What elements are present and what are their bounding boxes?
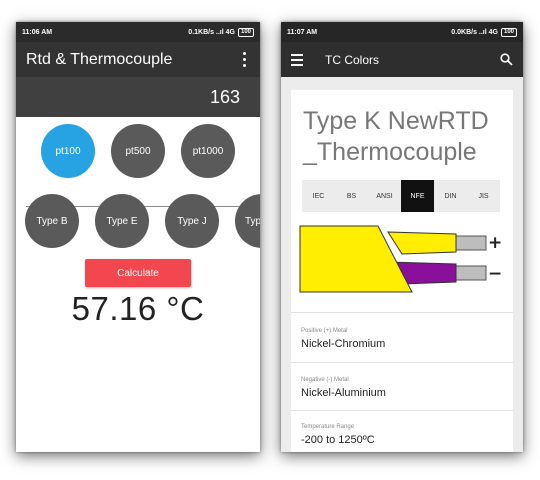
app-toolbar: TC Colors [281, 42, 523, 77]
tab-nfe[interactable]: NFE [401, 180, 434, 212]
result-value: 57.16 °C [71, 290, 205, 327]
thermocouple-card: Type K NewRTD _Thermocouple IEC BS ANSI … [291, 90, 513, 452]
input-display[interactable]: 163 [16, 77, 260, 117]
tab-label: BS [346, 192, 357, 200]
negative-sign: − [488, 264, 502, 284]
tc-colors-screen: 11:07 AM 0.0KB/s ..ıl 4G 100 TC Colors T… [281, 22, 523, 452]
menu-icon[interactable] [291, 53, 303, 66]
search-icon[interactable] [500, 53, 513, 66]
tc-button-label: Type B [36, 215, 68, 227]
tc-button-label: Type J [177, 215, 207, 227]
overflow-menu-icon[interactable] [239, 48, 250, 71]
toolbar-title: TC Colors [325, 52, 380, 67]
rtd-button-pt100[interactable]: pt100 [41, 124, 95, 178]
tab-din[interactable]: DIN [434, 180, 467, 212]
rtd-button-label: pt500 [125, 145, 151, 157]
calculate-button[interactable]: Calculate [85, 259, 191, 287]
display-value: 163 [209, 86, 240, 107]
rtd-button-label: pt100 [55, 145, 81, 157]
property-negative-metal: Negative (-) Metal Nickel-Aluminium [301, 377, 503, 399]
tc-button-label: Typ [245, 215, 260, 227]
rtd-button-pt1000[interactable]: pt1000 [181, 124, 235, 178]
rtd-button-pt500[interactable]: pt500 [111, 124, 165, 178]
tab-bs[interactable]: BS [335, 180, 368, 212]
tab-iec[interactable]: IEC [302, 180, 335, 212]
network-indicator: 0.1KB/s ..ıl 4G [188, 28, 235, 36]
status-bar: 11:07 AM 0.0KB/s ..ıl 4G 100 [281, 22, 523, 42]
property-label: Positive (+) Metal [301, 328, 348, 334]
divider [291, 362, 513, 363]
tab-label: ANSI [376, 192, 393, 200]
tc-button-type-b[interactable]: Type B [25, 194, 79, 248]
tc-button-type-e[interactable]: Type E [95, 194, 149, 248]
thermocouple-wire-diagram: + − [299, 225, 502, 293]
positive-sign: + [488, 233, 502, 253]
positive-wire [387, 231, 457, 255]
negative-conductor-tip [455, 265, 487, 281]
standard-tabs: IEC BS ANSI NFE DIN JIS [302, 180, 500, 212]
tc-button-partial[interactable]: Typ [235, 194, 260, 248]
battery-icon: 100 [237, 27, 254, 37]
property-value: Nickel-Aluminium [301, 387, 386, 399]
status-time: 11:06 AM [22, 28, 53, 36]
tab-label: DIN [444, 192, 457, 200]
property-value: Nickel-Chromium [301, 338, 386, 350]
status-bar: 11:06 AM 0.1KB/s ..ıl 4G 100 [16, 22, 260, 42]
tab-jis[interactable]: JIS [467, 180, 500, 212]
property-positive-metal: Positive (+) Metal Nickel-Chromium [301, 328, 503, 350]
divider [291, 410, 513, 411]
tab-label: NFE [410, 192, 425, 200]
battery-icon: 100 [500, 27, 517, 37]
tab-label: IEC [312, 192, 325, 200]
rtd-thermocouple-screen: 11:06 AM 0.1KB/s ..ıl 4G 100 Rtd & Therm… [16, 22, 260, 452]
app-title: Rtd & Thermocouple [26, 50, 173, 68]
property-label: Negative (-) Metal [301, 377, 349, 383]
property-temperature-range: Temperature Range -200 to 1250ºC [301, 424, 503, 446]
property-value: -200 to 1250ºC [301, 434, 375, 446]
property-label: Temperature Range [301, 424, 355, 430]
status-time: 11:07 AM [287, 28, 318, 36]
calculate-label: Calculate [117, 267, 159, 279]
network-indicator: 0.0KB/s ..ıl 4G [451, 28, 498, 36]
app-toolbar: Rtd & Thermocouple [16, 42, 260, 77]
tc-button-type-j[interactable]: Type J [165, 194, 219, 248]
divider [291, 312, 513, 313]
tc-button-label: Type E [106, 215, 138, 227]
positive-conductor-tip [455, 235, 487, 251]
rtd-button-label: pt1000 [192, 145, 224, 157]
tab-label: JIS [478, 192, 489, 200]
card-title: Type K NewRTD _Thermocouple [303, 107, 489, 166]
tab-ansi[interactable]: ANSI [368, 180, 401, 212]
